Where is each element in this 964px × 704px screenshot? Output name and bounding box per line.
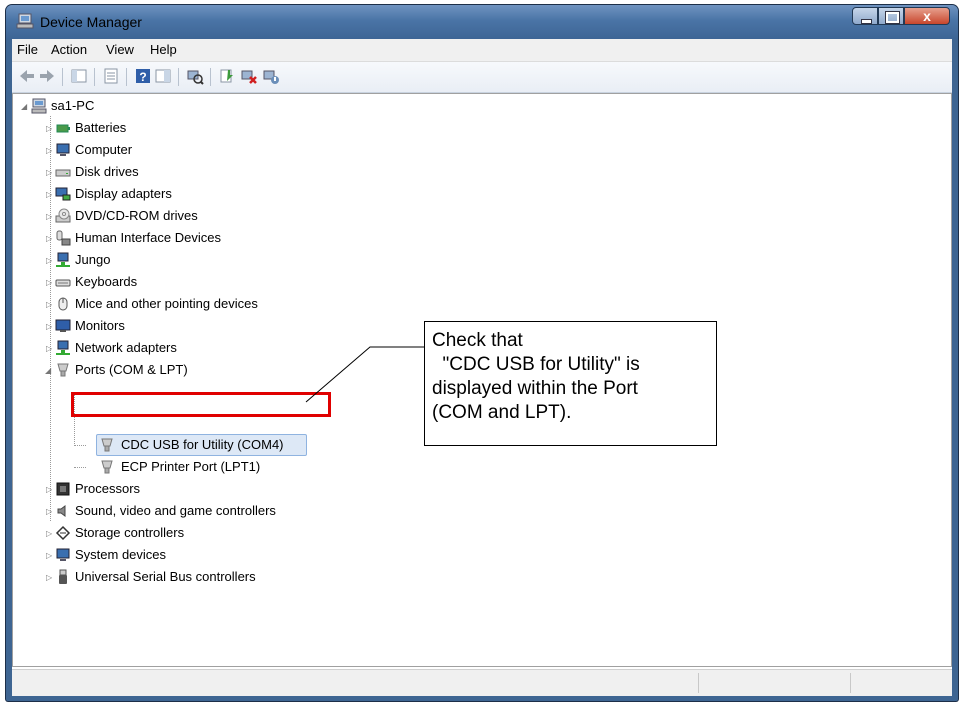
disable-device-icon[interactable] bbox=[262, 67, 280, 85]
port-icon bbox=[101, 460, 113, 474]
tree-category-label: Human Interface Devices bbox=[75, 230, 221, 245]
disk-drive-icon bbox=[55, 169, 71, 177]
computer-icon bbox=[31, 98, 47, 114]
computer-icon bbox=[56, 143, 70, 156]
expand-triangle-icon[interactable]: ▷ bbox=[46, 256, 52, 265]
menu-file[interactable]: File bbox=[17, 42, 38, 57]
tree-category-label: Computer bbox=[75, 142, 133, 157]
status-divider bbox=[698, 673, 699, 693]
tree-category-label: Sound, video and game controllers bbox=[75, 503, 276, 518]
caption-buttons: x bbox=[852, 7, 950, 27]
title-bar[interactable]: Device Manager x bbox=[6, 5, 958, 39]
minimize-button[interactable] bbox=[852, 7, 878, 25]
toolbar-separator bbox=[178, 68, 179, 86]
window-title: Device Manager bbox=[40, 14, 142, 30]
tree-device-label: CDC USB for Utility (COM4) bbox=[121, 437, 284, 452]
expand-triangle-icon[interactable]: ▷ bbox=[46, 212, 52, 221]
svg-text:?: ? bbox=[139, 70, 146, 84]
expand-triangle-icon[interactable]: ▷ bbox=[46, 124, 52, 133]
tree-connector bbox=[74, 445, 86, 446]
expand-triangle-icon[interactable]: ▷ bbox=[46, 485, 52, 494]
tree-category-label: Display adapters bbox=[75, 186, 172, 201]
properties-icon[interactable] bbox=[102, 67, 120, 85]
storage-icon bbox=[55, 525, 71, 541]
scan-hardware-icon[interactable] bbox=[186, 67, 204, 85]
help-icon[interactable]: ? bbox=[134, 67, 152, 85]
expand-triangle-icon[interactable]: ▷ bbox=[46, 146, 52, 155]
tree-category-label: Disk drives bbox=[75, 164, 139, 179]
tree-root-label: sa1-PC bbox=[51, 98, 95, 113]
computer-icon bbox=[56, 548, 70, 561]
collapse-triangle-icon[interactable]: ◢ bbox=[45, 366, 51, 375]
expand-triangle-icon[interactable]: ▷ bbox=[46, 322, 52, 331]
menu-view[interactable]: View bbox=[106, 42, 134, 57]
expand-triangle-icon[interactable]: ▷ bbox=[46, 168, 52, 177]
tree-category-label: Storage controllers bbox=[75, 525, 185, 540]
tree-device-label: ECP Printer Port (LPT1) bbox=[121, 459, 261, 474]
display-adapter-icon bbox=[55, 187, 71, 201]
expand-triangle-icon[interactable]: ▷ bbox=[46, 234, 52, 243]
speaker-icon bbox=[57, 505, 66, 517]
status-bar bbox=[12, 669, 952, 696]
back-arrow-icon[interactable] bbox=[18, 67, 36, 85]
menu-action[interactable]: Action bbox=[51, 42, 87, 57]
expand-triangle-icon[interactable]: ▷ bbox=[46, 190, 52, 199]
processor-icon bbox=[56, 482, 70, 496]
tree-category-label: Monitors bbox=[75, 318, 125, 333]
tree-category-label: Ports (COM & LPT) bbox=[75, 362, 188, 377]
mouse-icon bbox=[58, 297, 68, 311]
tree-connector bbox=[74, 467, 86, 468]
tree-category-label: Universal Serial Bus controllers bbox=[75, 569, 256, 584]
close-icon: x bbox=[923, 8, 931, 24]
expand-triangle-icon[interactable]: ▷ bbox=[46, 278, 52, 287]
tree-category-label: Batteries bbox=[75, 120, 127, 135]
tree-category-label: Mice and other pointing devices bbox=[75, 296, 258, 311]
network-icon bbox=[56, 340, 70, 355]
network-icon bbox=[56, 252, 70, 267]
expand-triangle-icon[interactable]: ▷ bbox=[46, 573, 52, 582]
dvd-drive-icon bbox=[55, 208, 71, 223]
device-manager-icon bbox=[16, 13, 34, 29]
tree-category-label: System devices bbox=[75, 547, 167, 562]
forward-arrow-icon[interactable] bbox=[38, 67, 56, 85]
expand-triangle-icon[interactable]: ▷ bbox=[46, 551, 52, 560]
uninstall-icon[interactable] bbox=[240, 67, 258, 85]
status-divider bbox=[850, 673, 851, 693]
update-driver-icon[interactable] bbox=[218, 67, 236, 85]
toolbar-separator bbox=[62, 68, 63, 86]
keyboard-icon bbox=[55, 279, 71, 287]
menu-help[interactable]: Help bbox=[150, 42, 177, 57]
toolbar-separator bbox=[126, 68, 127, 86]
tree-category-label: DVD/CD-ROM drives bbox=[75, 208, 198, 223]
expand-triangle-icon[interactable]: ▷ bbox=[46, 529, 52, 538]
monitor-icon bbox=[55, 319, 71, 332]
port-icon bbox=[101, 438, 113, 452]
battery-icon bbox=[56, 124, 70, 133]
collapse-triangle-icon[interactable]: ◢ bbox=[21, 102, 27, 111]
toolbar-separator bbox=[210, 68, 211, 86]
expand-triangle-icon[interactable]: ▷ bbox=[46, 344, 52, 353]
callout-note: Check that "CDC USB for Utility" is disp… bbox=[424, 321, 717, 446]
port-icon bbox=[57, 363, 69, 377]
toolbar: ? bbox=[12, 62, 952, 93]
menu-bar: File Action View Help bbox=[12, 39, 952, 62]
action-pane-icon[interactable] bbox=[154, 67, 172, 85]
tree-category-label: Jungo bbox=[75, 252, 111, 267]
expand-triangle-icon[interactable]: ▷ bbox=[46, 300, 52, 309]
close-button[interactable]: x bbox=[904, 7, 950, 25]
toolbar-separator bbox=[94, 68, 95, 86]
highlight-box bbox=[71, 392, 331, 417]
hid-icon bbox=[56, 230, 71, 246]
expand-triangle-icon[interactable]: ▷ bbox=[46, 507, 52, 516]
tree-category-label: Keyboards bbox=[75, 274, 138, 289]
maximize-button[interactable] bbox=[878, 7, 904, 25]
show-hide-console-tree-icon[interactable] bbox=[70, 67, 88, 85]
tree-category-label: Network adapters bbox=[75, 340, 177, 355]
usb-icon bbox=[59, 569, 67, 584]
tree-category-label: Processors bbox=[75, 481, 141, 496]
